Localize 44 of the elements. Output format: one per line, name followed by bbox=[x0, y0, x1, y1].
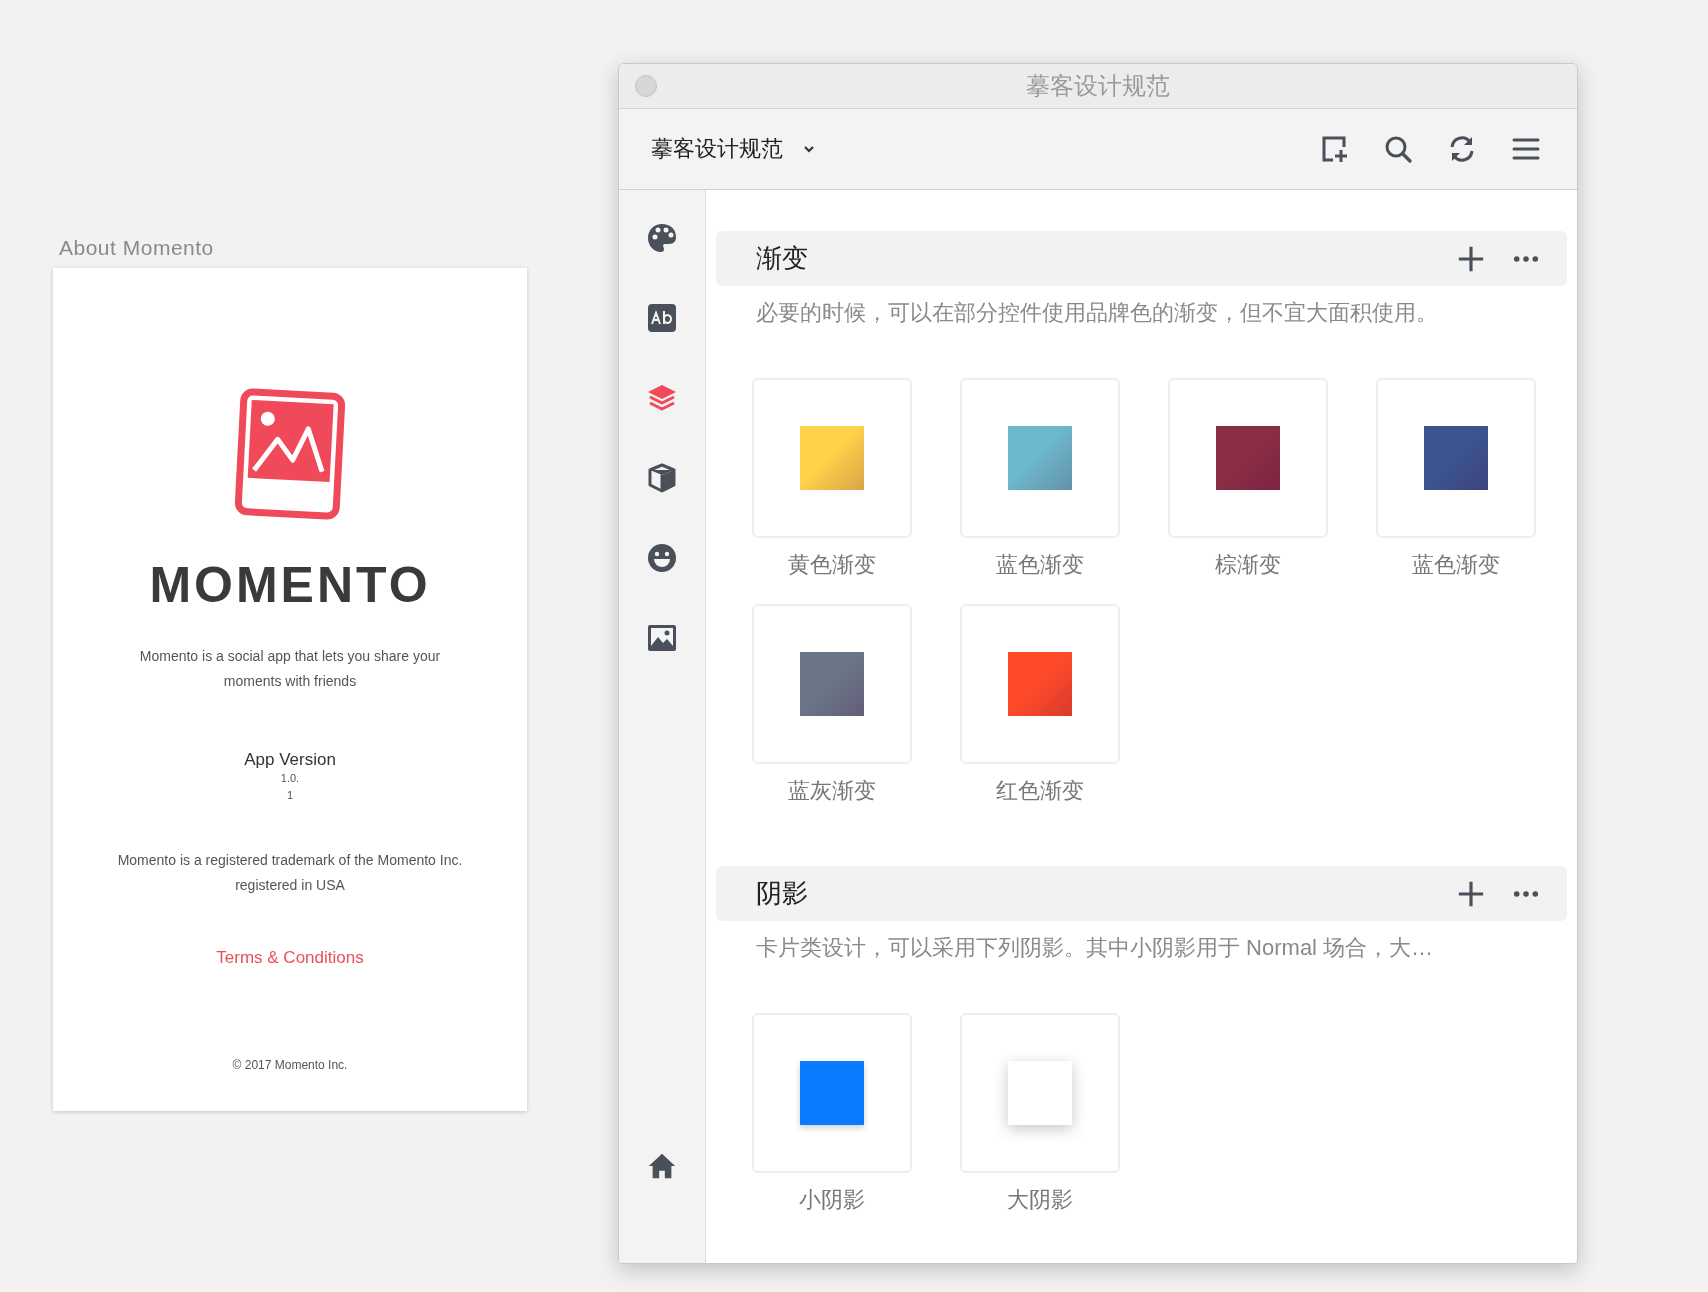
swatch-card[interactable] bbox=[960, 378, 1120, 538]
more-icon[interactable] bbox=[1513, 254, 1539, 263]
more-icon[interactable] bbox=[1513, 889, 1539, 898]
cube-icon[interactable] bbox=[646, 462, 678, 494]
palette-icon[interactable] bbox=[646, 222, 678, 254]
add-icon[interactable] bbox=[1457, 244, 1485, 273]
swatch-label: 红色渐变 bbox=[996, 777, 1084, 805]
swatch-card[interactable] bbox=[960, 604, 1120, 764]
terms-link[interactable]: Terms & Conditions bbox=[216, 948, 364, 968]
swatch-label: 大阴影 bbox=[1007, 1186, 1073, 1214]
trademark-text: Momento is a registered trademark of the Momento Inc. registered in USA bbox=[116, 851, 464, 895]
search-icon[interactable] bbox=[1383, 134, 1413, 164]
version-number: 1 bbox=[286, 788, 294, 803]
swatch-label: 小阴影 bbox=[799, 1186, 865, 1214]
smiley-icon[interactable] bbox=[646, 542, 678, 574]
image-icon[interactable] bbox=[646, 622, 678, 654]
add-icon[interactable] bbox=[1457, 879, 1485, 908]
app-description: Momento is a social app that lets you share your moments with friends bbox=[138, 647, 442, 691]
swatch-label: 蓝色渐变 bbox=[996, 551, 1084, 579]
caret-icon bbox=[803, 145, 815, 153]
swatch-card[interactable] bbox=[752, 378, 912, 538]
swatch-card[interactable] bbox=[1168, 378, 1328, 538]
section-description: 卡片类设计，可以采用下列阴影。其中小阴影用于 Normal 场合，大… bbox=[755, 934, 1435, 962]
swatch-card[interactable] bbox=[1376, 378, 1536, 538]
panel-title: About Momento bbox=[59, 236, 215, 260]
swatch-card[interactable] bbox=[752, 1013, 912, 1173]
section-title: 渐变 bbox=[756, 242, 809, 275]
project-dropdown[interactable]: 摹客设计规范 bbox=[651, 134, 815, 164]
swatch-card[interactable] bbox=[960, 1013, 1120, 1173]
home-icon[interactable] bbox=[647, 1151, 677, 1181]
section-description: 必要的时候，可以在部分控件使用品牌色的渐变，但不宜大面积使用。 bbox=[755, 299, 1439, 327]
copyright-text: © 2017 Momento Inc. bbox=[232, 1058, 348, 1072]
text-format-icon[interactable] bbox=[646, 302, 678, 334]
swatch-card[interactable] bbox=[752, 604, 912, 764]
swatch-label: 蓝灰渐变 bbox=[788, 777, 876, 805]
version-number: 1.0. bbox=[280, 771, 300, 786]
swatch-label: 黄色渐变 bbox=[788, 551, 876, 579]
photo-logo-icon bbox=[235, 388, 345, 520]
swatch-label: 棕渐变 bbox=[1215, 551, 1281, 579]
window-title: 摹客设计规范 bbox=[1026, 71, 1170, 101]
swatch-label: 蓝色渐变 bbox=[1412, 551, 1500, 579]
app-name: MOMENTO bbox=[149, 556, 431, 614]
section-title: 阴影 bbox=[756, 877, 809, 910]
version-label: App Version bbox=[244, 750, 336, 770]
